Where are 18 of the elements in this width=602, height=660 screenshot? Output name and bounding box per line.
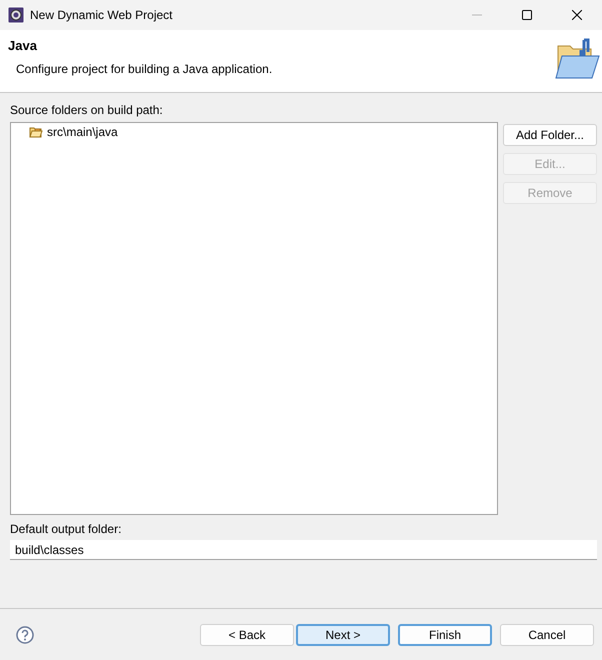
help-icon[interactable] — [16, 626, 34, 644]
wizard-button[interactable]: Next > — [296, 624, 390, 646]
package-folder-icon — [29, 126, 43, 138]
close-icon[interactable] — [572, 10, 582, 20]
source-folder-item[interactable]: src\main\java — [47, 125, 118, 139]
wizard-button[interactable]: Cancel — [500, 624, 594, 646]
page-description: Configure project for building a Java application. — [16, 62, 274, 76]
window-title: New Dynamic Web Project — [30, 8, 174, 22]
page-title: Java — [8, 38, 38, 53]
wizard-button[interactable]: < Back — [200, 624, 294, 646]
source-folders-label: Source folders on build path: — [10, 103, 164, 117]
wizard-button[interactable]: Finish — [398, 624, 492, 646]
app-icon — [8, 7, 24, 23]
side-button[interactable]: Add Folder... — [503, 124, 597, 146]
folder-icon — [554, 38, 600, 80]
output-folder-field[interactable]: build\classes — [10, 540, 597, 560]
output-folder-label: Default output folder: — [10, 522, 122, 536]
maximize-icon[interactable] — [522, 10, 532, 20]
